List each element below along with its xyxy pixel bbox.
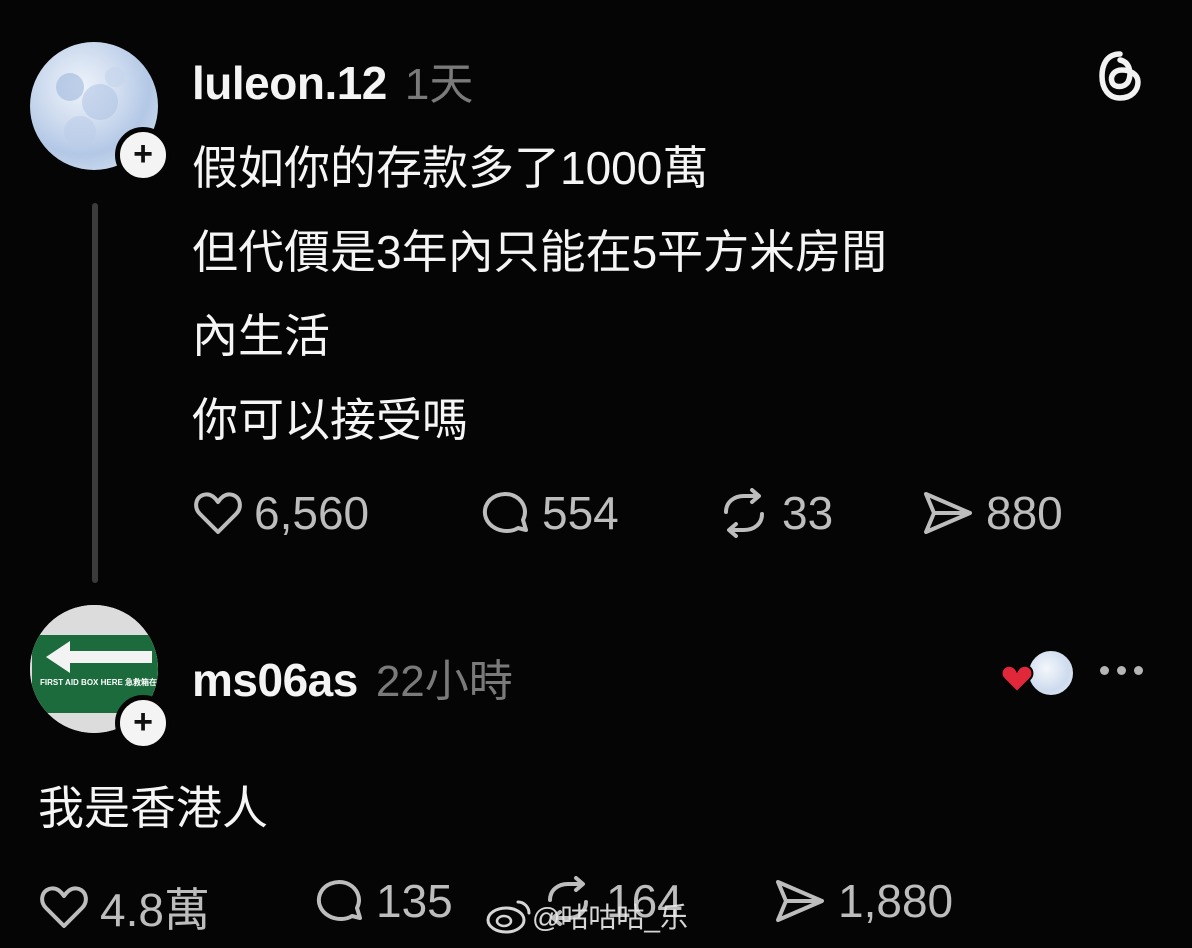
share-icon [776,880,824,922]
like-button[interactable]: 6,560 [192,486,369,540]
post-line: 但代價是3年內只能在5平方米房間 [192,226,888,278]
post-line: 你可以接受嗎 [192,394,468,446]
comment-button[interactable]: 554 [478,486,619,540]
reply-like-count: 4.8萬 [100,884,210,936]
reply-like-button[interactable]: 4.8萬 [38,874,210,940]
reply-header: ms06as 22小時 [192,645,513,709]
heart-icon [40,886,88,928]
post-username[interactable]: luleon.12 [192,56,387,110]
threads-logo-icon[interactable] [1096,50,1144,107]
share-icon [924,492,972,534]
more-icon[interactable] [1100,666,1151,675]
post-line: 假如你的存款多了1000萬 [192,142,709,194]
share-button[interactable]: 880 [920,486,1063,540]
post-header: luleon.12 1天 [192,48,473,112]
watermark: @咕咕咕_乐 [486,896,688,936]
comment-icon [316,880,362,921]
svg-text:FIRST AID BOX HERE 急救箱在: FIRST AID BOX HERE 急救箱在 [40,677,157,687]
thread-line [92,203,98,583]
post-time: 1天 [404,60,474,109]
heart-icon [194,492,242,534]
repost-count: 33 [782,487,834,539]
watermark-text: @咕咕咕_乐 [532,902,688,933]
repost-button[interactable]: 33 [716,486,833,540]
reply-share-count: 1,880 [838,875,954,927]
reply-comment-button[interactable]: 135 [312,874,453,928]
post-body: 假如你的存款多了1000萬 但代價是3年內只能在5平方米房間 內生活 你可以接受… [192,126,887,462]
weibo-logo-icon [486,900,531,934]
reply-text: 我是香港人 [38,782,268,834]
reply-username[interactable]: ms06as [192,653,358,707]
share-count: 880 [986,487,1063,539]
post-line: 內生活 [192,310,330,362]
comment-count: 554 [542,487,619,539]
repost-icon [724,488,764,538]
reply-share-button[interactable]: 1,880 [772,874,953,928]
follow-plus-icon[interactable]: + [115,695,171,751]
follow-plus-icon[interactable]: + [115,127,171,183]
heart-badge-icon [1000,664,1034,694]
liked-by-author-icon [1000,648,1076,698]
reply-time: 22小時 [375,657,513,706]
reply-comment-count: 135 [376,875,453,927]
comment-icon [482,492,528,533]
like-count: 6,560 [254,487,370,539]
